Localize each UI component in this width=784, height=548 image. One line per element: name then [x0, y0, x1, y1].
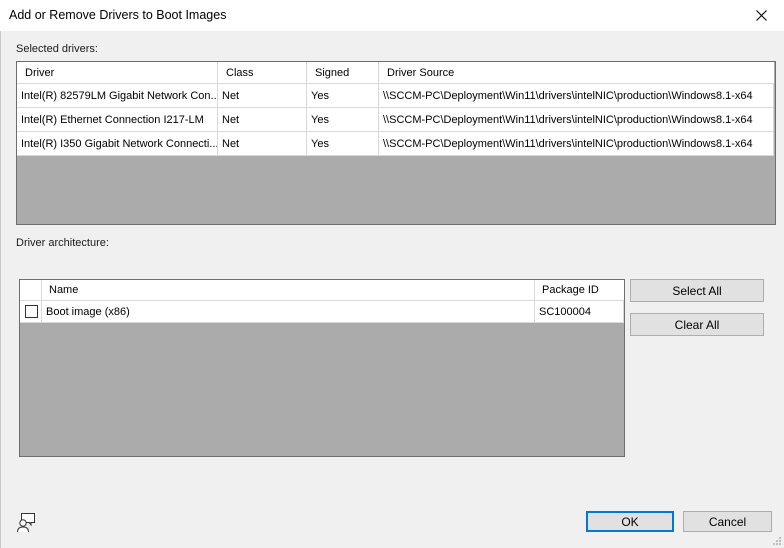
user-help-icon-graphic: [17, 513, 35, 533]
close-button[interactable]: [738, 0, 784, 31]
cell-package-id: SC100004: [535, 301, 624, 322]
table-row[interactable]: Boot image (x86) SC100004: [20, 301, 624, 323]
column-header-driver-source[interactable]: Driver Source: [379, 62, 774, 83]
title-bar: Add or Remove Drivers to Boot Images: [0, 0, 784, 31]
cell-name: Boot image (x86): [42, 301, 535, 322]
resize-grip-icon[interactable]: [772, 536, 782, 546]
grid-header: Name Package ID: [20, 280, 624, 301]
column-header-class[interactable]: Class: [218, 62, 307, 83]
cell-driver: Intel(R) 82579LM Gigabit Network Con...: [17, 84, 218, 107]
cell-driver: Intel(R) I350 Gigabit Network Connecti..…: [17, 132, 218, 155]
close-icon: [755, 10, 767, 21]
boot-image-checkbox[interactable]: [25, 305, 38, 318]
cell-signed: Yes: [307, 108, 379, 131]
cell-driver-source: \\SCCM-PC\Deployment\Win11\drivers\intel…: [379, 84, 774, 107]
column-header-package-id[interactable]: Package ID: [535, 280, 624, 300]
cell-signed: Yes: [307, 132, 379, 155]
cell-driver-source: \\SCCM-PC\Deployment\Win11\drivers\intel…: [379, 132, 774, 155]
cell-class: Net: [218, 108, 307, 131]
window-title: Add or Remove Drivers to Boot Images: [9, 8, 227, 22]
table-row[interactable]: Intel(R) Ethernet Connection I217-LM Net…: [17, 108, 774, 132]
select-all-button[interactable]: Select All: [630, 279, 764, 302]
cell-driver: Intel(R) Ethernet Connection I217-LM: [17, 108, 218, 131]
column-header-name[interactable]: Name: [42, 280, 535, 300]
driver-architecture-label: Driver architecture:: [16, 237, 109, 249]
cell-signed: Yes: [307, 84, 379, 107]
boot-images-grid[interactable]: Name Package ID Boot image (x86) SC10000…: [19, 279, 625, 457]
window-border: [0, 31, 1, 548]
selected-drivers-grid[interactable]: Driver Class Signed Driver Source Intel(…: [16, 61, 776, 225]
column-header-signed[interactable]: Signed: [307, 62, 379, 83]
ok-button[interactable]: OK: [586, 511, 674, 532]
table-row[interactable]: Intel(R) 82579LM Gigabit Network Con... …: [17, 84, 774, 108]
cell-class: Net: [218, 84, 307, 107]
clear-all-button[interactable]: Clear All: [630, 313, 764, 336]
grid-header: Driver Class Signed Driver Source: [17, 62, 774, 84]
cancel-button[interactable]: Cancel: [683, 511, 772, 532]
column-header-driver[interactable]: Driver: [17, 62, 218, 83]
column-header-checkbox: [20, 280, 42, 300]
cell-checkbox[interactable]: [20, 301, 42, 322]
selected-drivers-label: Selected drivers:: [16, 43, 98, 55]
user-help-icon[interactable]: [15, 510, 39, 534]
cell-driver-source: \\SCCM-PC\Deployment\Win11\drivers\intel…: [379, 108, 774, 131]
cell-class: Net: [218, 132, 307, 155]
table-row[interactable]: Intel(R) I350 Gigabit Network Connecti..…: [17, 132, 774, 156]
